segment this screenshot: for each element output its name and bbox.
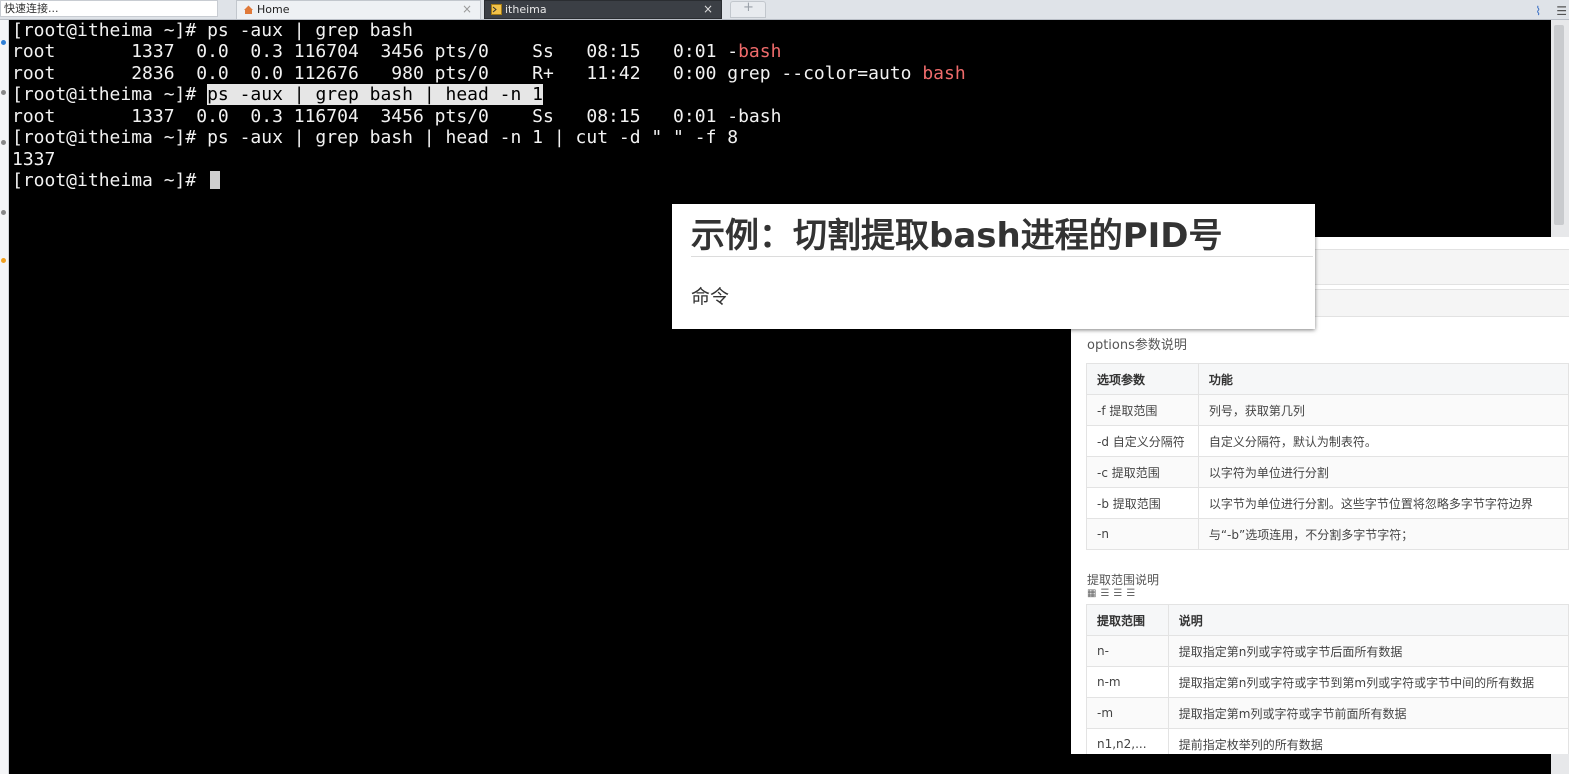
slide-popup: 示例：切割提取bash进程的PID号 命令 [672,204,1315,329]
tab-itheima-label: itheima [505,3,547,16]
table-row: -f 提取范围 列号，获取第几列 [1086,394,1569,426]
table-header-row: 提取范围 说明 [1086,604,1569,636]
align-center-icon[interactable]: ☰ [1113,588,1126,599]
terminal-line: root 1337 0.0 0.3 116704 3456 pts/0 Ss 0… [12,106,782,127]
left-sidebar-strip [0,20,9,774]
range-heading: 提取范围说明 [1087,573,1160,587]
menu-icon[interactable]: ☰ [1556,4,1567,18]
table-row: -m 提取指定第m列或字符或字节前面所有数据 [1086,697,1569,729]
column-header: 说明 [1167,604,1569,636]
slide-title: 示例：切割提取bash进程的PID号 [691,216,1223,256]
table-row: n-m 提取指定第n列或字符或字节到第m列或字符或字节中间的所有数据 [1086,666,1569,698]
terminal-line: [root@itheima ~]# ps -aux | grep bash | … [12,84,544,105]
scrollbar-thumb[interactable] [1554,25,1564,225]
options-table: 选项参数 功能 -f 提取范围 列号，获取第几列 -d 自定义分隔符 自定义分隔符，默… [1086,363,1569,550]
table-row: n- 提取指定第n列或字符或字节后面所有数据 [1086,635,1569,667]
terminal-line: [root@itheima ~]# ps -aux | grep bash [12,20,413,41]
tab-itheima[interactable]: itheima × [484,0,722,19]
bottom-bar [10,756,1551,774]
toolbar-right: ⌇ ☰ [1525,0,1567,18]
selected-text: ps -aux | grep bash | head -n 1 [207,84,544,105]
dot-icon [1,210,6,215]
table-row: -n 与“-b”选项连用，不分割多字节字符； [1086,518,1569,550]
align-right-icon[interactable]: ☰ [1126,588,1139,599]
quick-connect-input[interactable]: 快速连接... [0,0,218,17]
tab-home-label: Home [257,3,290,16]
table-header-row: 选项参数 功能 [1086,363,1569,395]
table-row: -d 自定义分隔符 自定义分隔符，默认为制表符。 [1086,425,1569,457]
dot-icon [1,140,6,145]
text-cursor [210,171,221,189]
dot-icon [1,258,6,263]
dot-icon [1,40,6,45]
close-icon[interactable]: × [703,1,713,18]
divider [691,256,1313,257]
tab-bar: 快速连接... Home × itheima × + ⌇ ☰ [0,0,1569,20]
home-icon [244,5,253,14]
slide-subtitle: 命令 [691,286,730,308]
table-row: -c 提取范围 以字符为单位进行分割 [1086,456,1569,488]
paperclip-icon[interactable]: ⌇ [1535,4,1541,18]
terminal-icon [491,4,502,15]
table-row: n1,n2,... 提前指定枚举列的所有数据 [1086,728,1569,754]
grid-icon[interactable]: ▦ [1087,588,1100,599]
dot-icon [1,90,6,95]
table-row: -b 提取范围 以字节为单位进行分割。这些字节位置将忽略多字节字符边界 [1086,487,1569,519]
terminal-line: 1337 [12,149,56,170]
tab-home[interactable]: Home × [236,0,481,19]
terminal-line: [root@itheima ~]# ps -aux | grep bash | … [12,127,739,148]
range-table: 提取范围 说明 n- 提取指定第n列或字符或字节后面所有数据 n-m 提取指定第n列或… [1086,604,1569,754]
table-toolbar[interactable]: ▦☰☰☰ [1087,588,1139,599]
options-heading: options参数说明 [1087,338,1187,353]
terminal-line: root 2836 0.0 0.0 112676 980 pts/0 R+ 11… [12,63,966,84]
new-tab-button[interactable]: + [730,0,766,18]
close-icon[interactable]: × [462,1,472,18]
align-left-icon[interactable]: ☰ [1100,588,1113,599]
plus-icon: + [743,0,754,15]
column-header: 提取范围 [1086,604,1169,636]
column-header: 功能 [1197,363,1569,395]
terminal-prompt: [root@itheima ~]# [12,170,221,191]
terminal-line: root 1337 0.0 0.3 116704 3456 pts/0 Ss 0… [12,41,782,62]
column-header: 选项参数 [1086,363,1199,395]
